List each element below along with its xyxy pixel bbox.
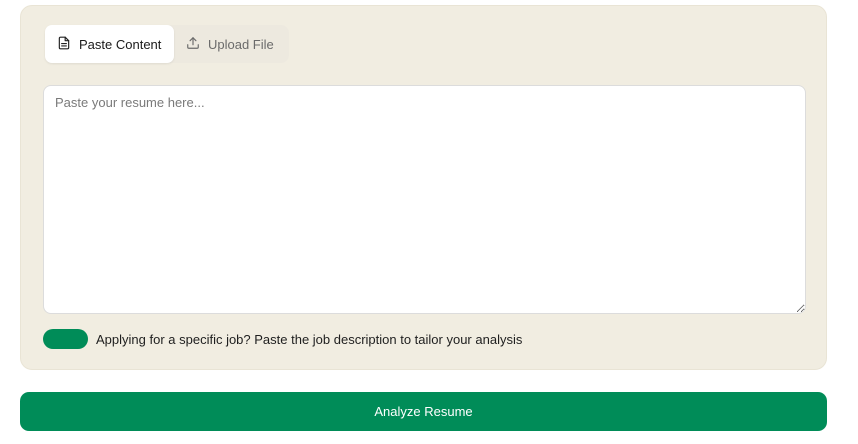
tab-upload-file-label: Upload File	[208, 36, 274, 52]
resume-analyzer-page: Paste Content Upload File Applying for a…	[0, 0, 858, 444]
tab-paste-content[interactable]: Paste Content	[45, 25, 174, 63]
upload-icon	[186, 36, 200, 53]
analyze-resume-button[interactable]: Analyze Resume	[20, 392, 827, 431]
resume-input-wrapper	[43, 85, 806, 314]
tab-upload-file[interactable]: Upload File	[174, 25, 286, 63]
job-description-toggle-label: Applying for a specific job? Paste the j…	[96, 331, 523, 347]
document-icon	[57, 36, 71, 53]
resume-textarea[interactable]	[43, 85, 806, 314]
input-mode-tabs: Paste Content Upload File	[45, 25, 289, 63]
job-description-toggle-row: Applying for a specific job? Paste the j…	[43, 329, 522, 349]
tab-paste-content-label: Paste Content	[79, 36, 162, 52]
input-card: Paste Content Upload File Applying for a…	[20, 5, 827, 370]
job-description-toggle[interactable]	[43, 329, 88, 349]
